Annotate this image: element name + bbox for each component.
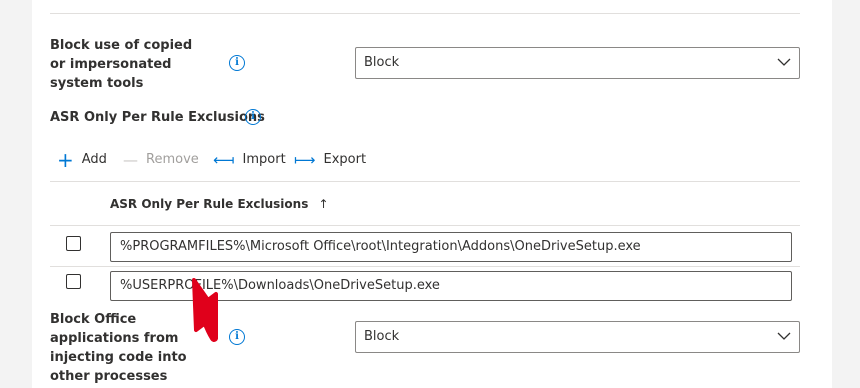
chevron-down-icon — [777, 332, 791, 340]
column-header-label: ASR Only Per Rule Exclusions — [110, 197, 309, 211]
export-label: Export — [323, 152, 367, 167]
remove-label: Remove — [146, 152, 199, 167]
toolbar-divider — [50, 181, 800, 182]
export-button[interactable]: ⟼ Export — [294, 150, 366, 170]
import-button[interactable]: ⟻ Import — [213, 150, 286, 170]
add-label: Add — [81, 152, 107, 167]
exclusions-label: ASR Only Per Rule Exclusions — [50, 110, 265, 125]
header-divider — [50, 225, 800, 226]
chevron-down-icon — [777, 58, 791, 66]
select-value: Block — [364, 329, 400, 344]
info-icon[interactable]: i — [229, 55, 245, 71]
rule-label-copied-system-tools: Block use of copied or impersonated syst… — [50, 38, 193, 91]
top-divider — [50, 13, 800, 14]
row-checkbox[interactable] — [66, 236, 81, 251]
rule-select-office-code-injection[interactable]: Block — [355, 321, 800, 353]
import-arrow-icon: ⟻ — [213, 151, 235, 169]
next-section-label-cutoff — [50, 380, 250, 388]
remove-button[interactable]: — Remove — [123, 150, 199, 170]
exclusion-path-input[interactable]: %PROGRAMFILES%\Microsoft Office\root\Int… — [110, 232, 792, 262]
import-label: Import — [242, 152, 286, 167]
row-divider — [50, 266, 800, 267]
export-arrow-icon: ⟼ — [294, 151, 316, 169]
row-checkbox[interactable] — [66, 274, 81, 289]
plus-icon: + — [57, 148, 74, 172]
info-icon[interactable]: i — [245, 109, 261, 125]
sort-ascending-icon: ↑ — [318, 197, 329, 211]
add-button[interactable]: + Add — [57, 150, 107, 170]
annotation-arrow-icon — [192, 278, 218, 342]
column-header[interactable]: ASR Only Per Rule Exclusions ↑ — [110, 195, 329, 213]
rule-select-copied-system-tools[interactable]: Block — [355, 47, 800, 79]
minus-icon: — — [123, 151, 138, 169]
select-value: Block — [364, 55, 400, 70]
